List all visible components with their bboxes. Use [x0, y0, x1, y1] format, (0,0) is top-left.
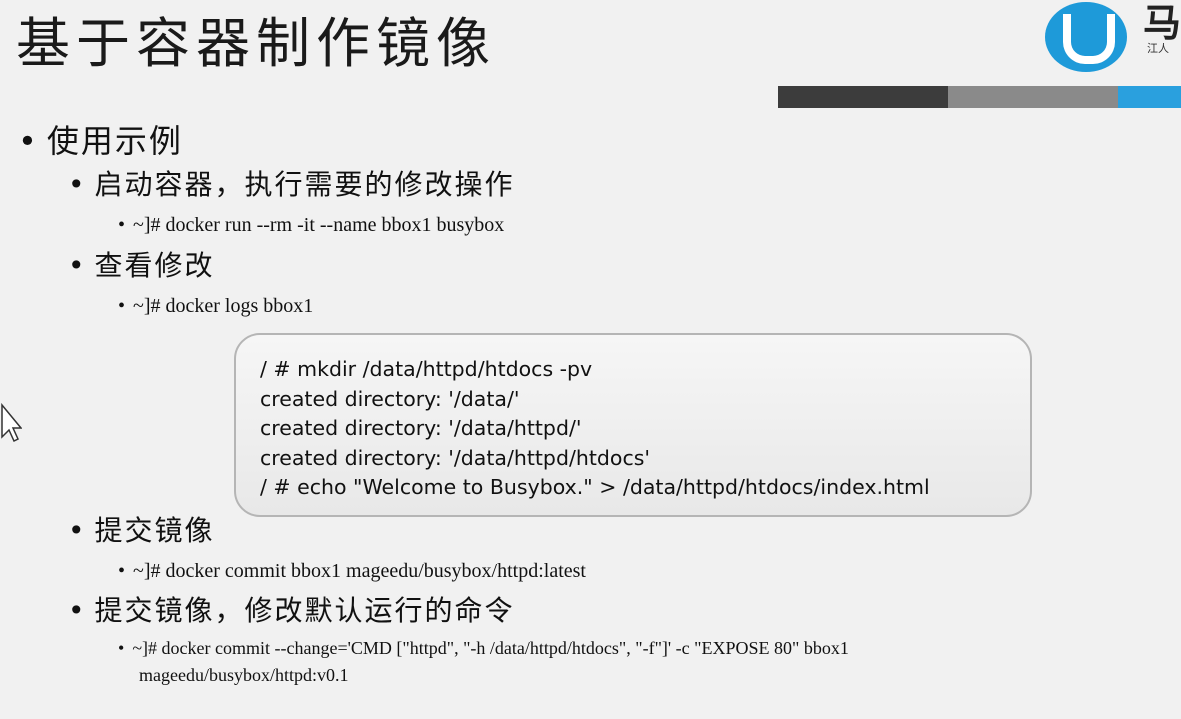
step-title: 启动容器，执行需要的修改操作	[94, 168, 515, 201]
logo-subtext: 江人	[1147, 42, 1169, 55]
magedu-logo-icon	[1045, 2, 1127, 72]
accent-bar-segment-blue	[1118, 86, 1181, 108]
cmd-docker-commit: • ~]# docker commit bbox1 mageedu/busybox…	[118, 560, 586, 583]
terminal-output-box: / # mkdir /data/httpd/htdocs -pv created…	[234, 333, 1032, 517]
bullet-dot-icon: •	[68, 249, 87, 282]
bullet-dot-icon: •	[68, 514, 87, 547]
mouse-cursor-icon	[1, 403, 22, 443]
step-title: 提交镜像，修改默认运行的命令	[94, 594, 515, 627]
cmd-docker-commit-change: • ~]# docker commit --change='CMD ["httpd…	[118, 638, 849, 659]
accent-bar	[778, 86, 1181, 108]
terminal-line: created directory: '/data/httpd/'	[260, 416, 582, 440]
bullet-label: 使用示例	[46, 122, 183, 160]
cmd-docker-logs: • ~]# docker logs bbox1	[118, 295, 313, 318]
slide-title: 基于容器制作镜像	[16, 12, 496, 75]
step-commit-image: • 提交镜像	[68, 509, 215, 549]
accent-bar-segment-gray	[948, 86, 1118, 108]
bullet-dot-icon: •	[18, 122, 39, 160]
terminal-line: created directory: '/data/httpd/htdocs'	[260, 445, 651, 470]
bullet-dot-icon: •	[118, 560, 126, 582]
cmd-docker-run: • ~]# docker run --rm -it --name bbox1 bu…	[118, 214, 504, 237]
bullet-usage-examples: • 使用示例	[18, 116, 183, 162]
bullet-dot-icon: •	[118, 295, 126, 317]
step-title: 提交镜像	[94, 514, 215, 547]
command-text: ~]# docker logs bbox1	[133, 295, 314, 317]
terminal-line: created directory: '/data/'	[260, 386, 520, 411]
step-commit-change-cmd: • 提交镜像，修改默认运行的命令	[68, 589, 515, 629]
terminal-line: / # echo "Welcome to Busybox." > /data/h…	[260, 475, 930, 499]
command-text: ~]# docker commit --change='CMD ["httpd"…	[132, 638, 849, 658]
bullet-dot-icon: •	[68, 594, 87, 627]
bullet-dot-icon: •	[118, 214, 126, 236]
command-text: ~]# docker run --rm -it --name bbox1 bus…	[133, 214, 505, 236]
bullet-dot-icon: •	[68, 168, 87, 201]
magedu-logo: 马 江人	[1043, 0, 1181, 75]
terminal-line: / # mkdir /data/httpd/htdocs -pv	[260, 357, 593, 381]
step-view-changes: • 查看修改	[68, 244, 215, 284]
command-text: ~]# docker commit bbox1 mageedu/busybox/…	[133, 560, 586, 582]
accent-bar-segment-dark	[778, 86, 948, 108]
cmd-docker-commit-change-cont: mageedu/busybox/httpd:v0.1	[139, 665, 349, 685]
step-title: 查看修改	[94, 249, 215, 282]
step-start-container: • 启动容器，执行需要的修改操作	[68, 163, 515, 203]
bullet-dot-icon: •	[118, 638, 125, 658]
